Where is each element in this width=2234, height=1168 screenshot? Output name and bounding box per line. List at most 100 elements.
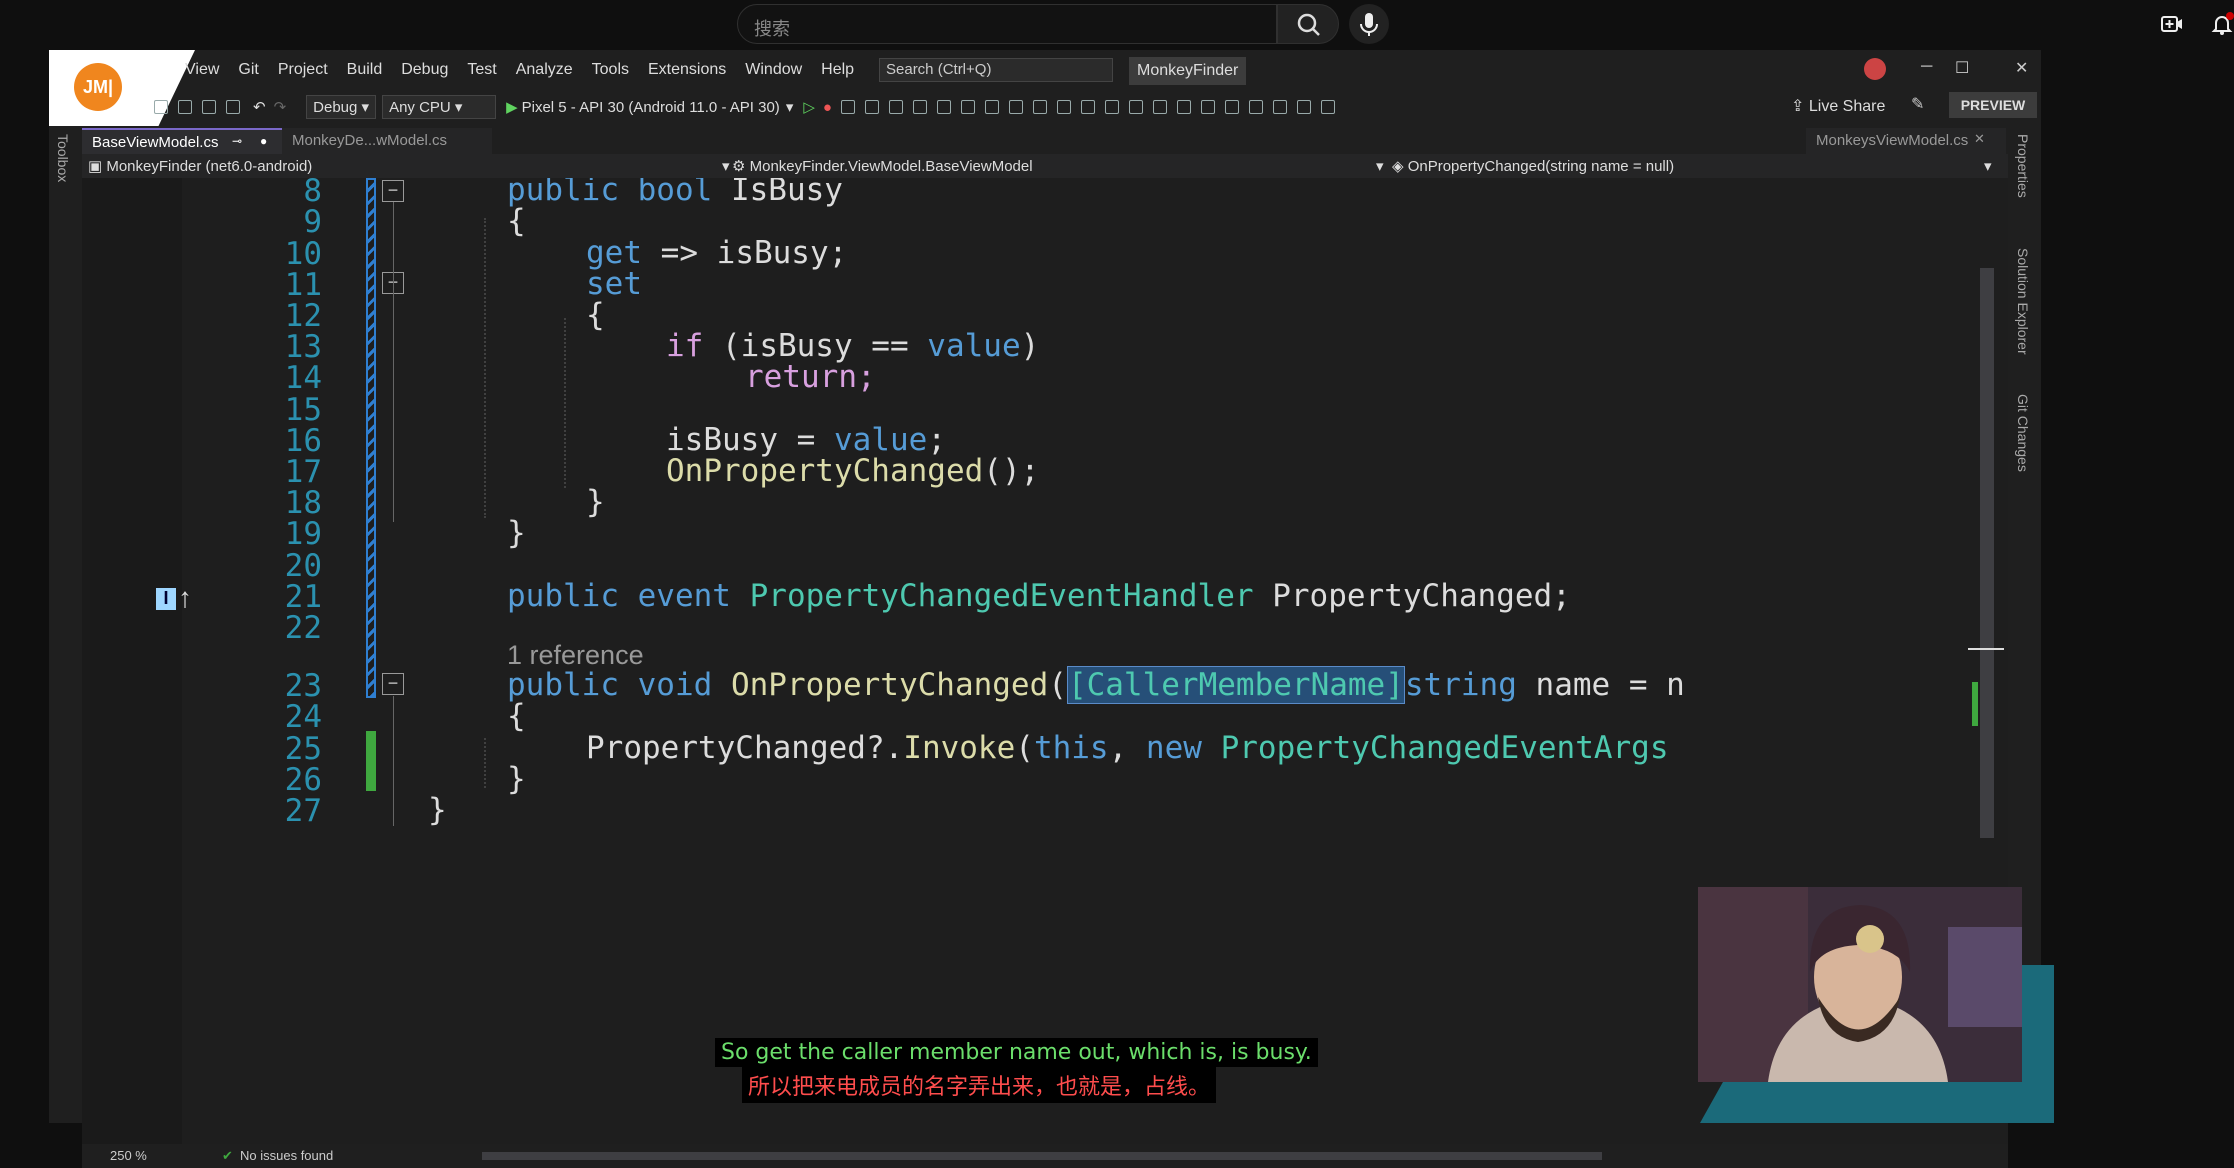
new-project-icon[interactable] <box>154 100 168 114</box>
save-all-icon[interactable] <box>226 100 240 114</box>
toolbar-icon-1[interactable] <box>840 100 855 114</box>
bookmark-icon[interactable] <box>1128 100 1143 114</box>
vs-search-input[interactable]: Search (Ctrl+Q) <box>879 58 1113 82</box>
toolbar-icon-4[interactable] <box>912 100 927 114</box>
toolbar-icon-15[interactable] <box>1200 100 1215 114</box>
menu-git[interactable]: Git <box>238 61 258 79</box>
menu-help[interactable]: Help <box>821 61 854 79</box>
live-share-button[interactable]: ⇪ Live Share <box>1791 96 1885 116</box>
member-value: OnPropertyChanged(string name = null) <box>1407 158 1675 175</box>
menu-tools[interactable]: Tools <box>592 61 629 79</box>
line-number: 24 <box>284 699 322 735</box>
toolbar-icon-8[interactable] <box>1008 100 1023 114</box>
code-token: this <box>1033 730 1109 766</box>
voice-search-button[interactable] <box>1349 4 1389 44</box>
code-line-24: { <box>507 698 526 734</box>
run-target-chevron-icon[interactable]: ▾ <box>786 98 794 116</box>
member-dropdown-chevron-icon[interactable]: ▾ <box>1984 157 1992 175</box>
undo-icon[interactable]: ↶ <box>253 98 266 116</box>
unsaved-dot-icon: ● <box>260 134 268 148</box>
notifications-icon[interactable] <box>2210 12 2234 36</box>
toolbar-icon-3[interactable] <box>888 100 903 114</box>
collapse-icon[interactable]: − <box>382 180 404 202</box>
line-number: 22 <box>284 610 322 646</box>
menu-view[interactable]: View <box>185 61 219 79</box>
menu-project[interactable]: Project <box>278 61 328 79</box>
toolbar-icon-6[interactable] <box>960 100 975 114</box>
toolbar-icon-2[interactable] <box>864 100 879 114</box>
toolbar-icon-16[interactable] <box>1224 100 1239 114</box>
save-icon[interactable] <box>202 100 216 114</box>
code-token: Invoke <box>903 730 1016 766</box>
menu-build[interactable]: Build <box>347 61 383 79</box>
git-changes-tab[interactable]: Git Changes <box>2015 394 2031 472</box>
toolbar-icon-19[interactable] <box>1296 100 1311 114</box>
minimize-icon[interactable]: ─ <box>1921 58 1932 76</box>
run-icon[interactable]: ▶ <box>506 98 518 116</box>
solution-name: MonkeyFinder <box>1129 57 1247 85</box>
toolbar-icon-12[interactable] <box>1104 100 1119 114</box>
maximize-icon[interactable]: ☐ <box>1955 58 1969 78</box>
hot-reload-icon[interactable]: ● <box>823 99 832 116</box>
navigation-bar: ▣ MonkeyFinder (net6.0-android) ▾ ⚙ Monk… <box>82 154 2008 178</box>
properties-tab[interactable]: Properties <box>2015 134 2031 198</box>
pin-icon[interactable]: ⊸ <box>232 134 242 148</box>
toolbox-tab[interactable]: Toolbox <box>55 134 71 182</box>
start-without-debugging-icon[interactable]: ▷ <box>803 98 815 116</box>
toolbar-icon-18[interactable] <box>1272 100 1287 114</box>
member-dropdown[interactable]: ◈ OnPropertyChanged(string name = null) <box>1392 157 1674 175</box>
menu-debug[interactable]: Debug <box>401 61 448 79</box>
redo-icon[interactable]: ↷ <box>274 98 287 116</box>
menu-extensions[interactable]: Extensions <box>648 61 726 79</box>
menu-window[interactable]: Window <box>745 61 802 79</box>
horizontal-scrollbar[interactable] <box>482 1152 1602 1160</box>
toolbar-icon-20[interactable] <box>1320 100 1335 114</box>
browser-top-bar: 搜索 <box>0 0 2234 50</box>
toolbar-icon-5[interactable] <box>936 100 951 114</box>
vertical-scrollbar[interactable] <box>1980 268 1994 838</box>
text-cursor-icon: I <box>156 588 176 610</box>
search-button[interactable] <box>1277 4 1339 44</box>
open-icon[interactable] <box>178 100 192 114</box>
account-avatar[interactable] <box>1864 58 1886 80</box>
code-token: ) <box>1020 328 1040 364</box>
toolbar-icon-9[interactable] <box>1032 100 1047 114</box>
code-token: name = n <box>1516 667 1685 703</box>
type-dropdown-chevron-icon[interactable]: ▾ <box>1376 157 1384 175</box>
type-dropdown[interactable]: ⚙ MonkeyFinder.ViewModel.BaseViewModel <box>732 157 1033 175</box>
microphone-icon <box>1360 13 1378 36</box>
menu-bar: View Git Project Build Debug Test Analyz… <box>185 50 873 90</box>
collapse-icon[interactable]: − <box>382 673 404 695</box>
project-dropdown-chevron-icon[interactable]: ▾ <box>722 157 730 175</box>
issues-status[interactable]: No issues found <box>240 1148 333 1163</box>
type-value: MonkeyFinder.ViewModel.BaseViewModel <box>749 158 1033 175</box>
menu-test[interactable]: Test <box>467 61 496 79</box>
project-dropdown[interactable]: ▣ MonkeyFinder (net6.0-android) <box>88 157 312 175</box>
solution-explorer-tab[interactable]: Solution Explorer <box>2015 248 2031 355</box>
code-token: public void <box>507 667 713 703</box>
menu-analyze[interactable]: Analyze <box>516 61 573 79</box>
close-icon[interactable]: ✕ <box>2015 58 2028 78</box>
platform-dropdown[interactable]: Any CPU ▾ <box>382 95 497 119</box>
toolbar-icon-14[interactable] <box>1176 100 1191 114</box>
create-video-icon[interactable] <box>2160 12 2184 36</box>
code-line-12: { <box>586 297 605 333</box>
configuration-dropdown[interactable]: Debug ▾ <box>306 95 377 119</box>
check-icon: ✔ <box>222 1148 233 1163</box>
toolbar-icon-7[interactable] <box>984 100 999 114</box>
zoom-level[interactable]: 250 % <box>110 1148 147 1163</box>
presenter-image <box>1698 887 2022 1082</box>
tab-monkeysviewmodel[interactable]: MonkeysViewModel.cs ✕ <box>1806 128 2006 154</box>
toolbar-icon-11[interactable] <box>1080 100 1095 114</box>
code-line-8: public bool IsBusy <box>507 178 843 208</box>
run-target[interactable]: Pixel 5 - API 30 (Android 11.0 - API 30) <box>522 99 780 116</box>
feedback-icon[interactable]: ✎ <box>1911 94 1924 114</box>
toolbar-icon-13[interactable] <box>1152 100 1167 114</box>
toolbar-icon-17[interactable] <box>1248 100 1263 114</box>
tab-baseviewmodel[interactable]: BaseViewModel.cs ⊸ ● <box>82 128 282 154</box>
toolbar-icon-10[interactable] <box>1056 100 1071 114</box>
search-input[interactable]: 搜索 <box>737 4 1277 44</box>
tab-monkeydetails[interactable]: MonkeyDe...wModel.cs <box>282 128 492 154</box>
preview-badge[interactable]: PREVIEW <box>1949 92 2037 118</box>
tab-close-icon[interactable]: ✕ <box>1974 131 1985 147</box>
